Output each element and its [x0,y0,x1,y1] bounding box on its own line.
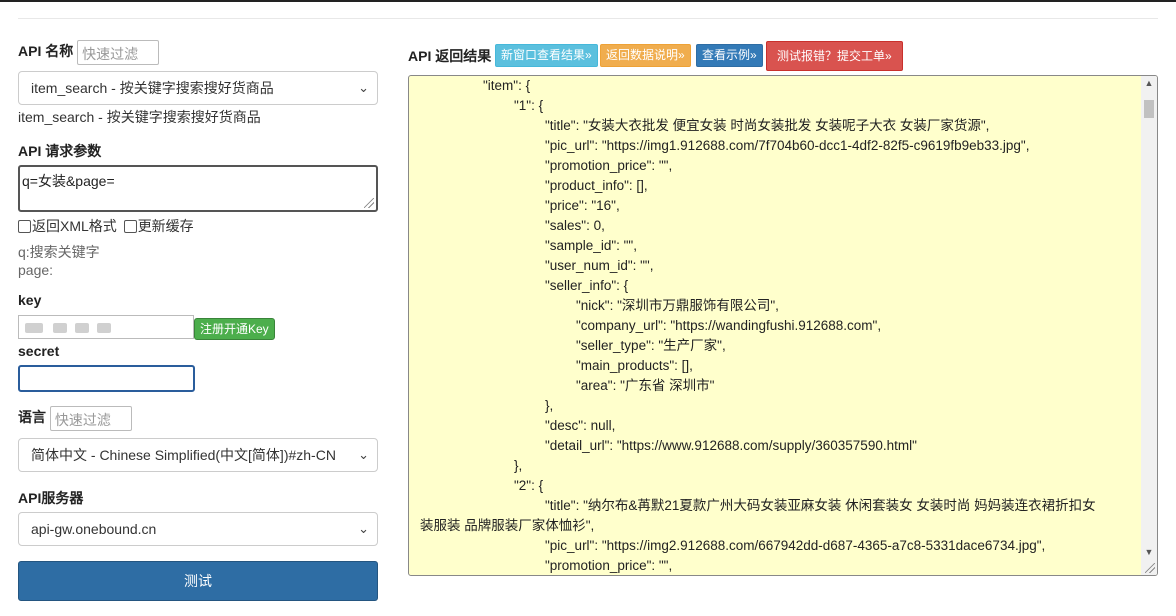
result-line: "sample_id": "", [545,238,637,253]
xml-checkbox[interactable] [18,220,31,233]
xml-label: 返回XML格式 [32,218,117,234]
scroll-down-icon[interactable]: ▼ [1141,547,1157,557]
hint-q: q:搜索关键字 [18,244,100,260]
result-line: "1": { [514,98,544,113]
result-line: "promotion_price": "", [545,158,673,173]
result-code: "item": { "1": {"title": "女装大衣批发 便宜女装 时尚女… [409,76,1141,575]
result-line: "nick": "深圳市万鼎服饰有限公司", [576,298,779,313]
server-select[interactable]: api-gw.onebound.cn ⌄ [18,512,378,546]
result-line: }, [514,458,523,473]
language-select-value: 简体中文 - Chinese Simplified(中文[简体])#zh-CN [31,447,336,463]
blurred-key [25,323,43,333]
result-line: "item": { [483,78,531,93]
resize-grip-icon[interactable] [364,198,374,208]
scrollbar[interactable]: ▲ ▼ [1141,76,1157,575]
server-label: API服务器 [18,490,84,506]
scroll-up-icon[interactable]: ▲ [1141,78,1157,88]
test-button[interactable]: 测试 [18,561,378,601]
result-line: "product_info": [], [545,178,648,193]
api-select-value: item_search - 按关键字搜索搜好货商品 [31,80,274,96]
result-line: "seller_info": { [545,278,629,293]
example-button[interactable]: 查看示例» [696,44,763,67]
params-textarea[interactable]: q=女装&page= [18,165,378,212]
hint-page: page: [18,262,54,278]
result-label: API 返回结果 [408,48,492,64]
language-label: 语言 [18,409,46,426]
result-line: "pic_url": "https://img1.912688.com/7f70… [545,138,1030,153]
params-value: q=女装&page= [22,173,115,189]
cache-label: 更新缓存 [137,218,194,234]
language-filter-input[interactable]: 快速过滤 [49,406,132,431]
result-textarea[interactable]: "item": { "1": {"title": "女装大衣批发 便宜女装 时尚女… [408,75,1158,576]
result-line: }, [545,398,554,413]
params-label: API 请求参数 [18,143,102,159]
register-key-button[interactable]: 注册开通Key [194,318,275,340]
api-description: item_search - 按关键字搜索搜好货商品 [18,109,261,125]
report-issue-button[interactable]: 测试报错？提交工单» [766,41,903,71]
result-line: "company_url": "https://wandingfushi.912… [576,318,882,333]
result-line: "area": "广东省 深圳市" [576,378,715,393]
result-line: "desc": null, [545,418,616,433]
key-input[interactable] [18,315,194,339]
result-line: "title": "纳尔布&苒默21夏款广州大码女装亚麻女装 休闲套装女 女装时… [545,498,1096,513]
api-filter-input[interactable]: 快速过滤 [77,40,160,65]
resize-grip-icon[interactable] [1145,563,1155,573]
result-line: "main_products": [], [576,358,693,373]
chevron-down-icon: ⌄ [358,447,369,462]
new-window-button[interactable]: 新窗口查看结果» [495,44,598,67]
result-line: "price": "16", [545,198,620,213]
result-line: "seller_type": "生产厂家", [576,338,726,353]
result-line: 装服装 品牌服装厂家体恤衫", [420,518,595,533]
language-select[interactable]: 简体中文 - Chinese Simplified(中文[简体])#zh-CN … [18,438,378,472]
result-line: "sales": 0, [545,218,605,233]
chevron-down-icon: ⌄ [358,80,369,95]
header-divider [18,18,1158,19]
top-border [0,0,1176,2]
server-select-value: api-gw.onebound.cn [31,521,157,537]
scroll-thumb[interactable] [1144,100,1154,118]
result-line: "title": "女装大衣批发 便宜女装 时尚女装批发 女装呢子大衣 女装厂家… [545,118,990,133]
cache-checkbox[interactable] [123,220,137,233]
result-line: "detail_url": "https://www.912688.com/su… [545,438,917,453]
result-line: "user_num_id": "", [545,258,654,273]
chevron-down-icon: ⌄ [358,521,369,536]
api-name-label: API 名称 [18,43,74,60]
key-label: key [18,292,42,308]
secret-label: secret [18,343,60,359]
api-select[interactable]: item_search - 按关键字搜索搜好货商品 ⌄ [18,71,378,105]
result-line: "2": { [514,478,544,493]
result-line: "promotion_price": "", [545,558,673,573]
result-line: "pic_url": "https://img2.912688.com/6679… [545,538,1046,553]
secret-input[interactable] [18,365,195,392]
data-desc-button[interactable]: 返回数据说明» [600,44,691,67]
